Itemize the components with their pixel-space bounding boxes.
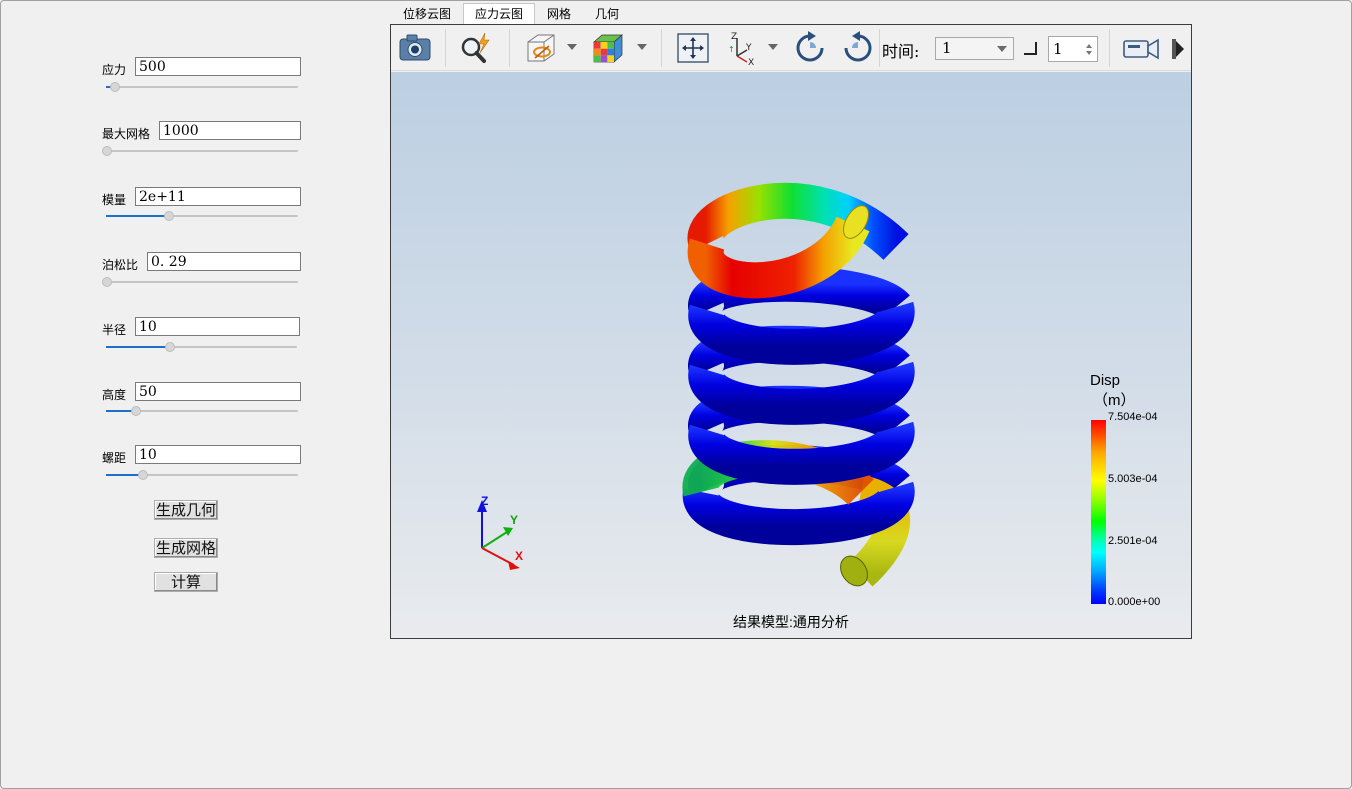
fit-view-icon[interactable] — [675, 30, 711, 66]
svg-text:↑: ↑ — [728, 45, 735, 54]
legend-color-bar — [1091, 420, 1106, 604]
rotate-cw-icon[interactable] — [792, 30, 828, 66]
legend-unit: （m） — [1093, 392, 1136, 409]
svg-text:Z: Z — [731, 32, 737, 42]
legend-tick-max: 7.504e-04 — [1108, 411, 1158, 423]
stress-slider[interactable] — [106, 81, 298, 93]
chevron-down-icon — [997, 46, 1007, 52]
zoom-icon[interactable] — [457, 30, 493, 66]
result-tabs: 位移云图 应力云图 网格 几何 — [391, 3, 631, 25]
axis-y-label: Y — [510, 513, 519, 527]
legend-tick-3: 2.501e-04 — [1108, 535, 1158, 547]
time-label: 时间: — [882, 42, 920, 61]
chevron-down-icon[interactable] — [567, 43, 577, 51]
model-label: 结果模型:通用分析 — [733, 614, 849, 630]
poisson-slider[interactable] — [102, 276, 298, 288]
tab-geometry[interactable]: 几何 — [583, 3, 631, 24]
modulus-input[interactable] — [135, 187, 301, 206]
legend-tick-2: 5.003e-04 — [1108, 473, 1158, 485]
result-viewer: Z Y X ↑ 时间: 1 1 Z Y X Disp （m） 7.504e-04… — [390, 24, 1192, 639]
spring-model — [477, 182, 915, 587]
generate-geometry-button[interactable]: 生成几何 — [154, 500, 218, 520]
time-select-value: 1 — [942, 39, 952, 57]
height-slider[interactable] — [106, 405, 298, 417]
video-icon[interactable] — [1122, 30, 1159, 66]
camera-icon[interactable] — [397, 30, 433, 66]
poisson-input[interactable] — [147, 252, 301, 271]
step-spinbox[interactable]: 1 — [1048, 36, 1098, 62]
height-input[interactable] — [135, 382, 301, 401]
param-label: 高度 — [102, 388, 127, 402]
viewer-toolbar: Z Y X ↑ 时间: 1 1 — [391, 25, 1191, 71]
svg-text:Y: Y — [745, 43, 752, 53]
axes-icon[interactable]: Z Y X ↑ — [725, 30, 761, 68]
time-select[interactable]: 1 — [935, 37, 1014, 60]
tab-stress-contour[interactable]: 应力云图 — [463, 3, 536, 25]
modulus-slider[interactable] — [106, 210, 298, 222]
param-label: 螺距 — [102, 451, 127, 465]
param-label: 应力 — [102, 63, 127, 77]
radius-slider[interactable] — [106, 341, 297, 353]
svg-text:X: X — [748, 58, 754, 66]
param-label: 半径 — [102, 323, 127, 337]
pitch-slider[interactable] — [106, 469, 298, 481]
chevron-down-icon[interactable] — [637, 43, 647, 51]
color-cube-icon[interactable] — [590, 30, 626, 66]
stress-input[interactable] — [135, 57, 301, 76]
render-canvas[interactable]: Z Y X Disp （m） 7.504e-04 5.003e-04 2.501… — [391, 72, 1191, 638]
generate-mesh-button[interactable]: 生成网格 — [154, 538, 218, 558]
orientation-axes — [477, 500, 520, 570]
spin-up-icon[interactable] — [1086, 44, 1092, 48]
pitch-input[interactable] — [135, 445, 301, 464]
legend-tick-min: 0.000e+00 — [1108, 596, 1161, 608]
tab-displacement-contour[interactable]: 位移云图 — [391, 3, 463, 24]
radius-input[interactable] — [135, 317, 300, 336]
chevron-down-icon[interactable] — [768, 43, 778, 51]
tab-mesh[interactable]: 网格 — [535, 3, 583, 24]
step-icon — [1024, 42, 1037, 55]
param-label: 最大网格 — [102, 127, 151, 141]
param-label: 模量 — [102, 193, 127, 207]
axis-z-label: Z — [481, 494, 489, 508]
legend-title: Disp — [1090, 372, 1121, 389]
rotate-ccw-icon[interactable] — [840, 30, 876, 66]
param-label: 泊松比 — [102, 258, 139, 272]
axis-x-label: X — [515, 549, 524, 563]
max-mesh-slider[interactable] — [102, 145, 298, 157]
max-mesh-input[interactable] — [159, 121, 301, 140]
view-box-icon[interactable] — [522, 30, 558, 66]
compute-button[interactable]: 计算 — [154, 572, 218, 592]
toolbar-overflow-icon[interactable] — [1172, 37, 1188, 61]
spin-down-icon[interactable] — [1086, 51, 1092, 55]
step-value: 1 — [1053, 40, 1063, 58]
